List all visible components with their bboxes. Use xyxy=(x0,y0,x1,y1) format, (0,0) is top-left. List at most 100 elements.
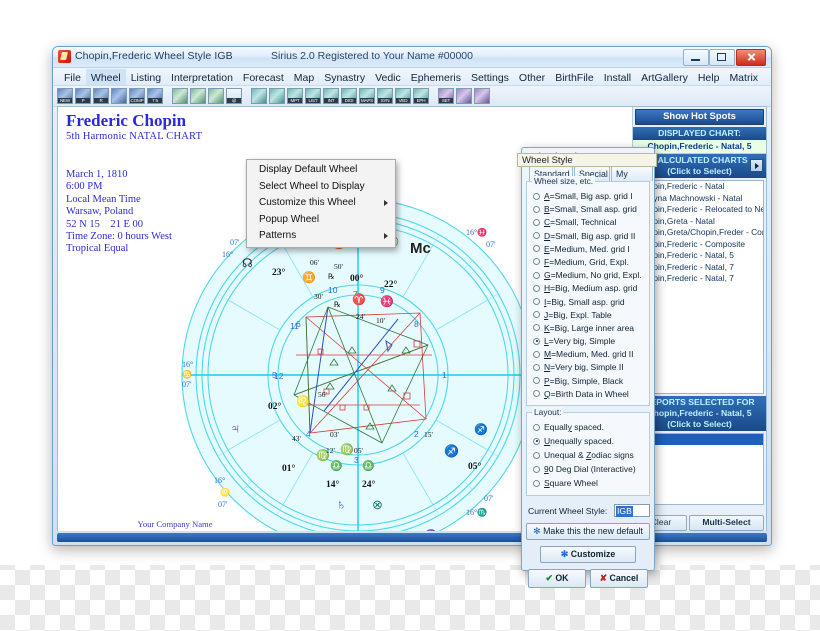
maximize-button[interactable] xyxy=(709,49,735,66)
wheel-dropdown-menu[interactable]: Display Default WheelSelect Wheel to Dis… xyxy=(246,159,396,248)
menu-item-interpretation[interactable]: Interpretation xyxy=(166,69,238,85)
radio-icon[interactable] xyxy=(533,480,540,487)
menu-item-help[interactable]: Help xyxy=(693,69,725,85)
radio-icon[interactable] xyxy=(533,219,540,226)
menu-item-wheel[interactable]: Wheel xyxy=(86,69,126,85)
radio-icon[interactable] xyxy=(533,311,540,318)
radio-icon[interactable] xyxy=(533,193,540,200)
wheel-menu-item-0[interactable]: Display Default Wheel xyxy=(247,162,395,179)
ephemeris-icon[interactable]: EPH xyxy=(413,88,429,104)
menu-item-install[interactable]: Install xyxy=(599,69,636,85)
wheel-size-option-I[interactable]: I=Big, Small asp. grid xyxy=(530,296,646,309)
radio-icon[interactable] xyxy=(533,285,540,292)
tab-my-wheel[interactable]: My Wheel xyxy=(611,166,653,181)
wheel-size-option-K[interactable]: K=Big, Large inner area xyxy=(530,322,646,335)
radio-icon[interactable] xyxy=(533,466,540,473)
midpoint-icon[interactable]: MPT xyxy=(287,88,303,104)
radio-icon[interactable] xyxy=(533,272,540,279)
radio-icon[interactable] xyxy=(533,258,540,265)
harmonic-chart-icon[interactable]: 7 5 xyxy=(147,88,163,104)
menu-item-map[interactable]: Map xyxy=(289,69,319,85)
radio-icon[interactable] xyxy=(533,424,540,431)
menu-item-matrix[interactable]: Matrix xyxy=(724,69,763,85)
layout-option-2[interactable]: Unequal & Zodiac signs xyxy=(530,449,646,463)
make-default-button[interactable]: ✻ Make this the new default xyxy=(526,523,650,540)
wheel-size-option-Q[interactable]: Q=Birth Data in Wheel xyxy=(530,388,646,401)
menu-item-synastry[interactable]: Synastry xyxy=(319,69,370,85)
chart-list-item[interactable]: Chopin,Frederic - Natal, 7 xyxy=(636,273,763,285)
composite-chart-icon[interactable]: COMP xyxy=(129,88,145,104)
menu-item-artgallery[interactable]: ArtGallery xyxy=(636,69,693,85)
menu-item-file[interactable]: File xyxy=(59,69,86,85)
report-list-item-selected[interactable]: IGB xyxy=(636,434,763,445)
wheel-size-option-L[interactable]: L=Very big, Simple xyxy=(530,335,646,348)
radio-icon[interactable] xyxy=(533,338,540,345)
radio-icon[interactable] xyxy=(533,351,540,358)
chart-list-item[interactable]: Chopin,Greta/Chopin,Freder - Com xyxy=(636,227,763,239)
return-chart-icon[interactable]: R xyxy=(93,88,109,104)
digital-icon[interactable]: DIGI xyxy=(341,88,357,104)
menu-item-ephemeris[interactable]: Ephemeris xyxy=(406,69,466,85)
layout-option-0[interactable]: Equally spaced. xyxy=(530,421,646,435)
wheel-size-option-N[interactable]: N=Very big, Simple II xyxy=(530,361,646,374)
radio-icon[interactable] xyxy=(533,245,540,252)
wheel-menu-item-1[interactable]: Select Wheel to Display xyxy=(247,179,395,196)
radio-icon[interactable] xyxy=(533,298,540,305)
wheel-size-option-H[interactable]: H=Big, Medium asp. grid xyxy=(530,282,646,295)
midpoint-wheel-icon[interactable] xyxy=(269,88,285,104)
wheel-size-option-E[interactable]: E=Medium, Med. grid I xyxy=(530,243,646,256)
radio-icon[interactable] xyxy=(533,438,540,445)
minimize-button[interactable] xyxy=(683,49,709,66)
wheel-size-option-F[interactable]: F=Medium, Grid, Expl. xyxy=(530,256,646,269)
chart-list-item[interactable]: Chopin,Frederic - Composite xyxy=(636,239,763,251)
customize-button[interactable]: ✻ Customize xyxy=(540,546,636,563)
layout-option-4[interactable]: Square Wheel xyxy=(530,477,646,491)
art-icon[interactable] xyxy=(474,88,490,104)
menu-item-birthfile[interactable]: BirthFile xyxy=(550,69,599,85)
wheel-size-option-D[interactable]: D=Small, Big asp. grid II xyxy=(530,230,646,243)
radio-icon[interactable] xyxy=(533,324,540,331)
synastry-icon[interactable]: SYN xyxy=(377,88,393,104)
wheel-size-option-B[interactable]: B=Small, Small asp. grid xyxy=(530,203,646,216)
print-icon[interactable] xyxy=(208,88,224,104)
progressed-chart-icon[interactable]: P xyxy=(75,88,91,104)
chart-list-item[interactable]: Chopin,Frederic - Natal xyxy=(636,181,763,193)
radio-icon[interactable] xyxy=(533,206,540,213)
ok-button[interactable]: ✔ OK xyxy=(528,569,586,588)
show-hot-spots-button[interactable]: Show Hot Spots xyxy=(635,109,764,125)
new-chart-icon[interactable]: NEW xyxy=(57,88,73,104)
save-icon[interactable] xyxy=(190,88,206,104)
copy-icon[interactable] xyxy=(172,88,188,104)
transit-chart-icon[interactable] xyxy=(111,88,127,104)
wheel-size-option-G[interactable]: G=Medium, No grid, Expl. xyxy=(530,269,646,282)
chart-list-item[interactable]: Chopin,Frederic - Relocated to New xyxy=(636,204,763,216)
multi-select-button[interactable]: Multi-Select xyxy=(689,515,764,531)
email-icon[interactable]: @ xyxy=(226,88,242,104)
settings-icon[interactable]: SET xyxy=(438,88,454,104)
chart-list-item[interactable]: Justyna Machnowski - Natal xyxy=(636,193,763,205)
radio-icon[interactable] xyxy=(533,377,540,384)
radio-icon[interactable] xyxy=(533,452,540,459)
wheel-size-option-A[interactable]: A=Small, Big asp. grid I xyxy=(530,190,646,203)
clock-icon[interactable] xyxy=(456,88,472,104)
chart-list-item[interactable]: Chopin,Frederic - Natal, 5 xyxy=(636,250,763,262)
menu-item-forecast[interactable]: Forecast xyxy=(238,69,289,85)
menu-item-listing[interactable]: Listing xyxy=(126,69,166,85)
maps-icon[interactable]: MAPS xyxy=(359,88,375,104)
menu-item-vedic[interactable]: Vedic xyxy=(370,69,406,85)
wheel-menu-item-4[interactable]: Patterns xyxy=(247,228,395,245)
wheel-menu-item-2[interactable]: Customize this Wheel xyxy=(247,195,395,212)
wheel-size-option-C[interactable]: C=Small, Technical xyxy=(530,216,646,229)
wheel-icon[interactable] xyxy=(251,88,267,104)
vedic-icon[interactable]: VED xyxy=(395,88,411,104)
wheel-size-option-M[interactable]: M=Medium, Med. grid II xyxy=(530,348,646,361)
layout-option-3[interactable]: 90 Deg Dial (Interactive) xyxy=(530,463,646,477)
close-button[interactable] xyxy=(736,49,766,66)
chart-list-item[interactable]: Chopin,Greta - Natal xyxy=(636,216,763,228)
current-wheel-style-input[interactable]: IGB xyxy=(614,504,650,517)
menu-item-settings[interactable]: Settings xyxy=(466,69,514,85)
interpretation-icon[interactable]: INT xyxy=(323,88,339,104)
wheel-menu-item-3[interactable]: Popup Wheel xyxy=(247,212,395,229)
layout-option-1[interactable]: Unequally spaced. xyxy=(530,435,646,449)
cancel-button[interactable]: ✘ Cancel xyxy=(590,569,648,588)
